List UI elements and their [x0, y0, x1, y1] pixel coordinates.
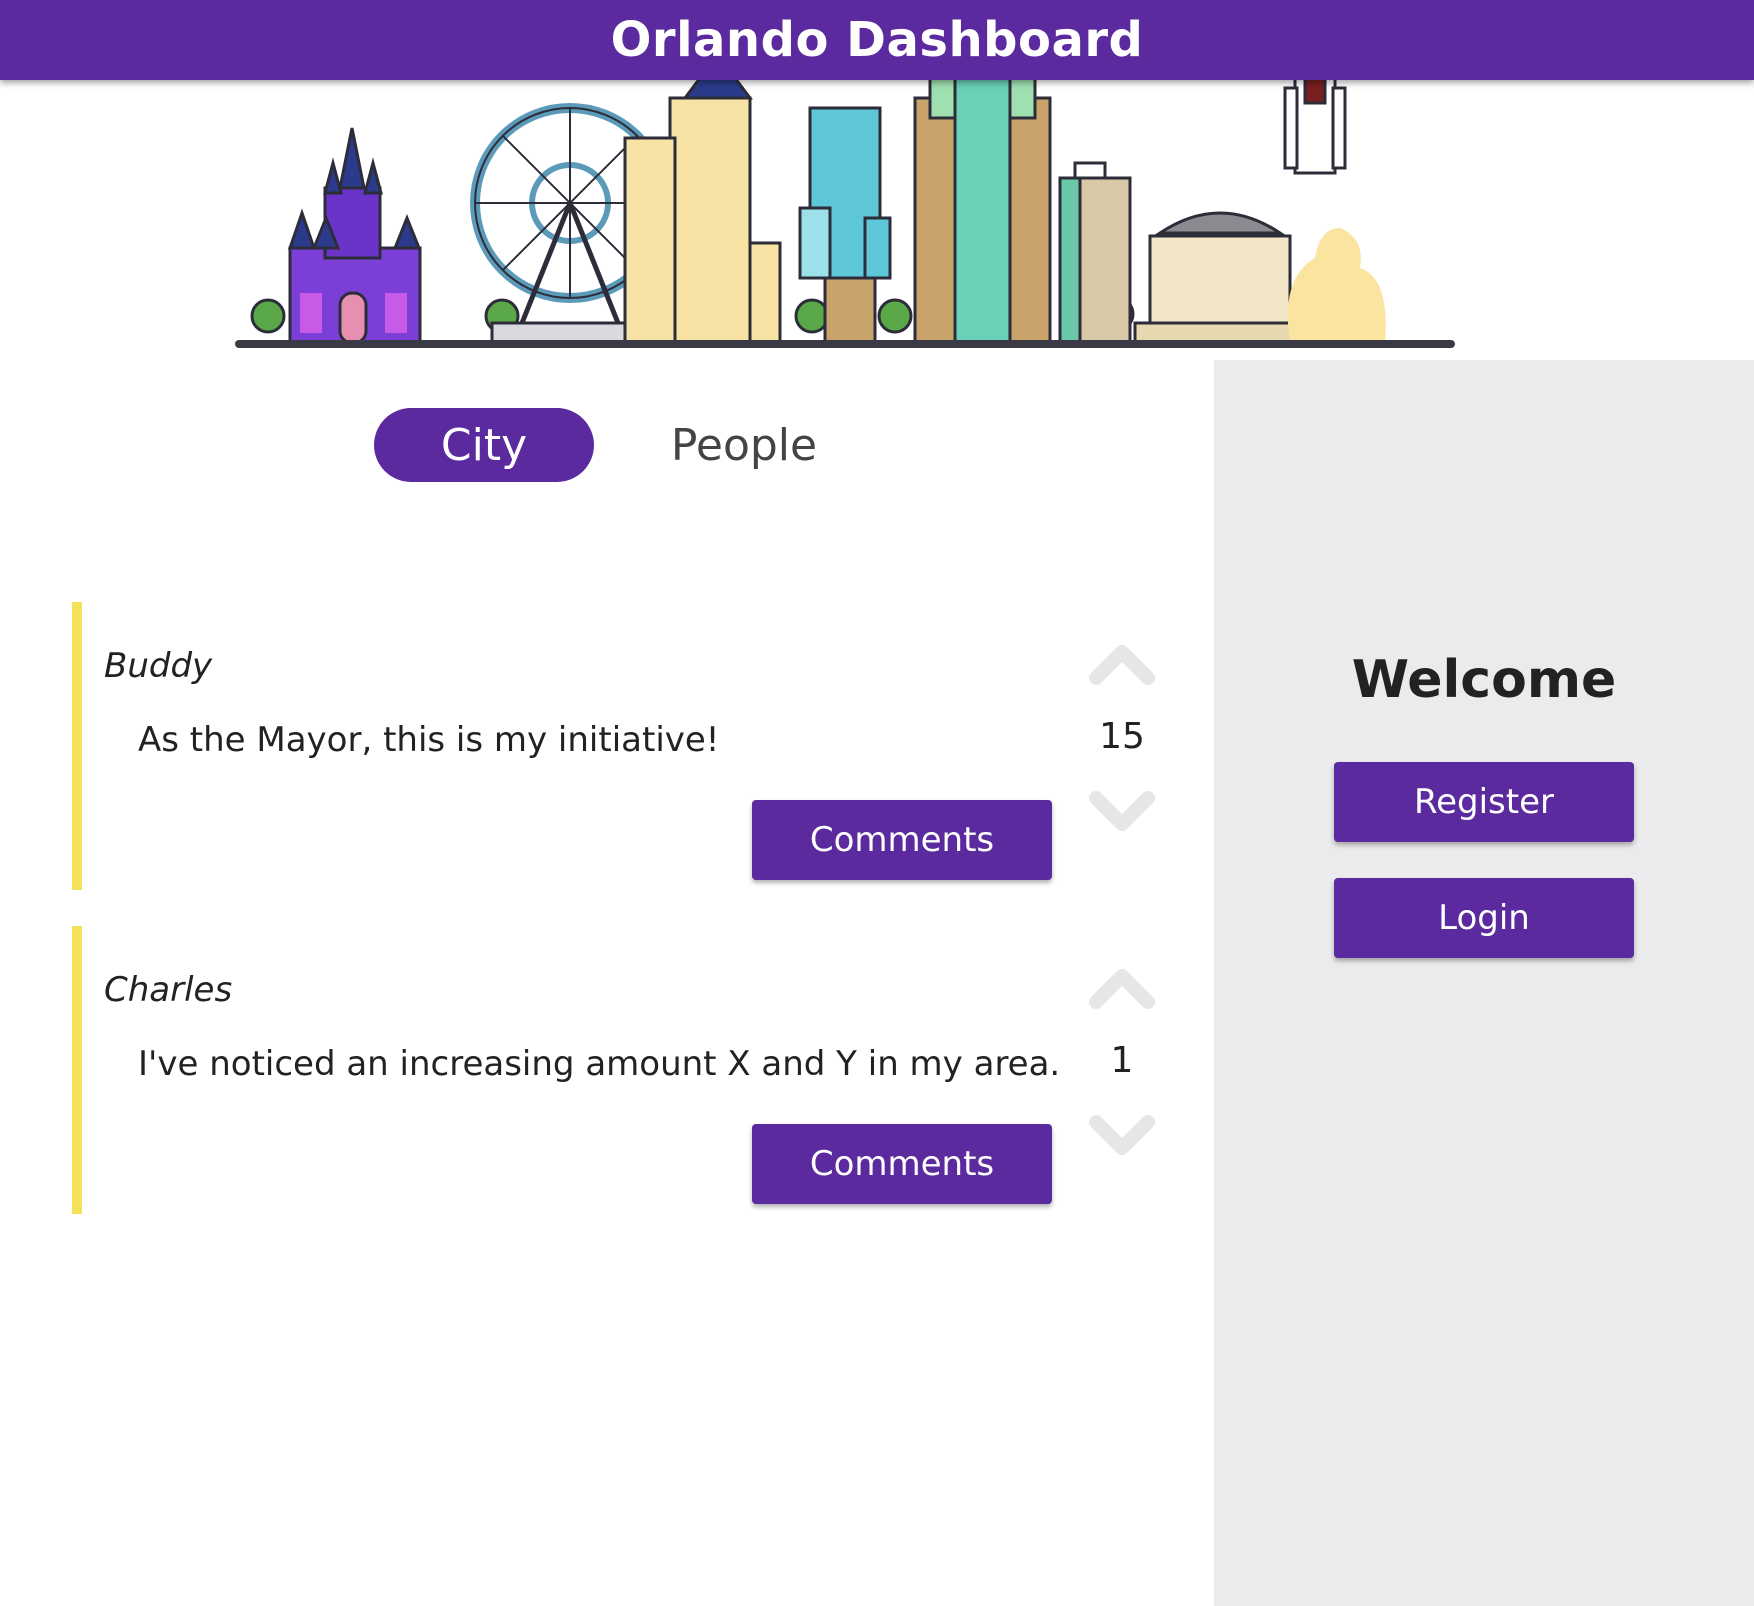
- orlando-skyline-illustration: [235, 78, 1455, 348]
- login-button[interactable]: Login: [1334, 878, 1634, 958]
- tab-city[interactable]: City: [374, 408, 594, 482]
- post-card: Charles I've noticed an increasing amoun…: [72, 926, 1172, 1214]
- dome-building-illustration: [1133, 211, 1307, 345]
- chevron-down-icon[interactable]: [1088, 788, 1156, 838]
- vote-count: 1: [1110, 1040, 1134, 1081]
- chevron-down-icon[interactable]: [1088, 1112, 1156, 1162]
- comments-button[interactable]: Comments: [752, 1124, 1052, 1204]
- castle-illustration: [287, 127, 422, 345]
- midrise-building-illustration: [1058, 161, 1132, 345]
- chevron-up-icon[interactable]: [1088, 638, 1156, 688]
- register-button[interactable]: Register: [1334, 762, 1634, 842]
- top-bar: Orlando Dashboard: [0, 0, 1754, 80]
- tab-people[interactable]: People: [644, 408, 844, 482]
- rocket-illustration: [1283, 78, 1386, 343]
- post-author: Buddy: [104, 646, 213, 686]
- post-card: Buddy As the Mayor, this is my initiativ…: [72, 602, 1172, 890]
- post-body: I've noticed an increasing amount X and …: [138, 1044, 1061, 1084]
- vote-count: 15: [1099, 716, 1145, 757]
- welcome-heading: Welcome: [1351, 650, 1617, 710]
- vote-control: 1: [1082, 962, 1162, 1162]
- chevron-up-icon[interactable]: [1088, 962, 1156, 1012]
- downtown-tower-illustration: [913, 78, 1052, 345]
- post-author: Charles: [104, 970, 233, 1010]
- post-body: As the Mayor, this is my initiative!: [138, 720, 720, 760]
- comments-button[interactable]: Comments: [752, 800, 1052, 880]
- vote-control: 15: [1082, 638, 1162, 838]
- page-title: Orlando Dashboard: [610, 12, 1144, 68]
- ground-line: [235, 340, 1455, 348]
- auth-sidebar: Welcome Register Login: [1214, 360, 1754, 1606]
- tan-tower-illustration: [623, 78, 782, 345]
